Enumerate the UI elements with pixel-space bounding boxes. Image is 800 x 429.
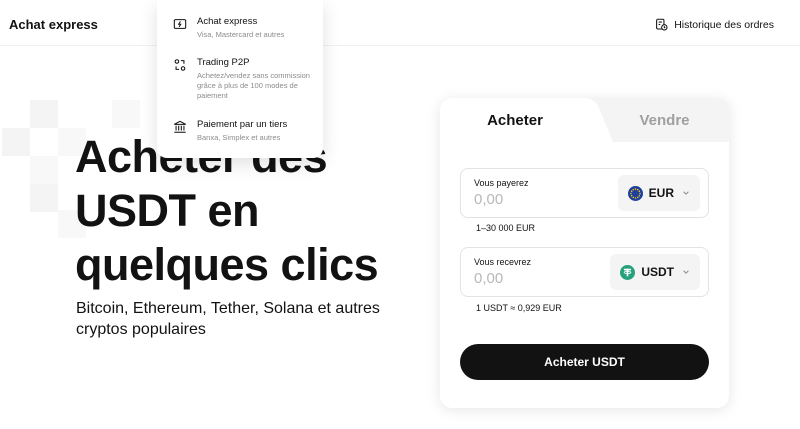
menu-item-p2p[interactable]: Trading P2P Achetez/vendez sans commissi…: [173, 57, 313, 101]
receive-currency-code: USDT: [641, 265, 674, 279]
menu-item-desc: Banxa, Simplex et autres: [197, 133, 281, 142]
buy-usdt-button[interactable]: Acheter USDT: [460, 344, 709, 380]
bank-icon: [174, 120, 186, 133]
menu-item-desc: Visa, Mastercard et autres: [197, 30, 285, 39]
history-icon: [656, 18, 668, 31]
card-icon: [173, 19, 187, 29]
tab-buy-label: Acheter: [487, 111, 543, 129]
menu-item-title: Trading P2P: [197, 57, 250, 68]
chevron-down-icon: [683, 191, 689, 195]
decor-square: [2, 128, 30, 156]
decor-square: [30, 156, 58, 184]
receive-amount-input[interactable]: [474, 270, 594, 287]
receive-amount-field: Vous recevrez USDT: [460, 247, 709, 297]
pay-amount-field: Vous payerez EUR: [460, 168, 709, 218]
decor-square: [30, 100, 58, 128]
menu-item-title: Paiement par un tiers: [197, 119, 288, 130]
receive-label: Vous recevrez: [474, 257, 532, 267]
pay-currency-code: EUR: [648, 186, 674, 200]
tab-buy[interactable]: Acheter: [440, 98, 590, 142]
eu-flag-icon: [627, 185, 643, 201]
pay-label: Vous payerez: [474, 178, 529, 188]
chevron-down-icon: [683, 270, 689, 274]
menu-item-desc: Achetez/vendez sans commission grâce à p…: [197, 71, 310, 100]
tab-sell[interactable]: Vendre: [600, 98, 729, 142]
buy-methods-menu: Achat express Visa, Mastercard et autres…: [157, 0, 323, 158]
order-history-link[interactable]: Historique des ordres: [655, 18, 774, 31]
menu-item-express[interactable]: Achat express Visa, Mastercard et autres: [173, 16, 313, 40]
decor-square: [30, 184, 58, 212]
pay-currency-select[interactable]: EUR: [617, 175, 700, 211]
trade-card: Acheter Vendre Vous payerez EUR 1–30 000…: [440, 98, 729, 408]
page-brand-title[interactable]: Achat express: [9, 17, 98, 32]
exchange-rate-text: 1 USDT ≈ 0,929 EUR: [476, 303, 562, 313]
top-bar: Achat express Historique des ordres: [0, 0, 800, 46]
trade-tabs: Acheter Vendre: [440, 98, 729, 142]
menu-item-third-party[interactable]: Paiement par un tiers Banxa, Simplex et …: [173, 119, 313, 143]
order-history-label: Historique des ordres: [674, 18, 774, 31]
decor-square: [112, 100, 140, 128]
p2p-exchange-icon: [174, 59, 186, 71]
tether-icon: [620, 264, 636, 280]
menu-item-title: Achat express: [197, 16, 258, 27]
hero-subtitle: Bitcoin, Ethereum, Tether, Solana et aut…: [76, 300, 380, 338]
pay-amount-input[interactable]: [474, 191, 594, 208]
pay-limit-text: 1–30 000 EUR: [476, 223, 536, 233]
receive-currency-select[interactable]: USDT: [610, 254, 700, 290]
